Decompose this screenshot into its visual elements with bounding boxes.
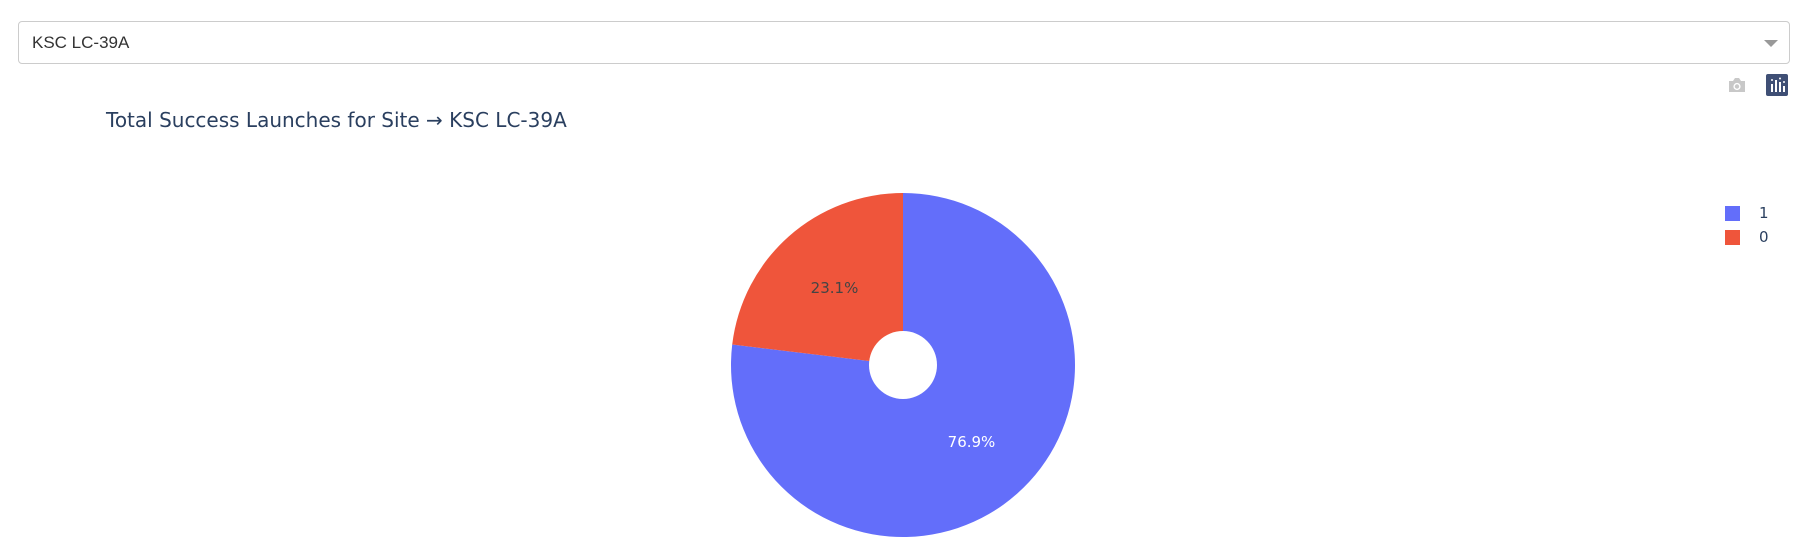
- pie-slice-1[interactable]: [731, 193, 1076, 537]
- legend-swatch-0: [1725, 229, 1740, 245]
- legend-label-1: 1: [1759, 204, 1769, 222]
- launch-site-dropdown[interactable]: KSC LC-39A: [18, 21, 1790, 64]
- plotly-logo-icon[interactable]: [1766, 74, 1788, 96]
- legend-item-0[interactable]: 0: [1725, 225, 1769, 249]
- chart-modebar: [1726, 74, 1788, 96]
- pie-chart: 76.9% 23.1%: [731, 193, 1076, 537]
- pie-hole: [869, 331, 937, 399]
- pie-slice-0[interactable]: [732, 193, 903, 365]
- chart-legend: 1 0: [1725, 201, 1769, 249]
- legend-swatch-1: [1725, 205, 1740, 221]
- pie-label-0: 23.1%: [811, 279, 859, 297]
- chevron-down-icon[interactable]: [1764, 40, 1778, 47]
- legend-label-0: 0: [1759, 228, 1769, 246]
- chart-title: Total Success Launches for Site → KSC LC…: [106, 108, 567, 132]
- pie-label-1: 76.9%: [948, 433, 996, 451]
- dropdown-selected-value: KSC LC-39A: [32, 33, 130, 52]
- legend-item-1[interactable]: 1: [1725, 201, 1769, 225]
- camera-icon[interactable]: [1726, 74, 1748, 96]
